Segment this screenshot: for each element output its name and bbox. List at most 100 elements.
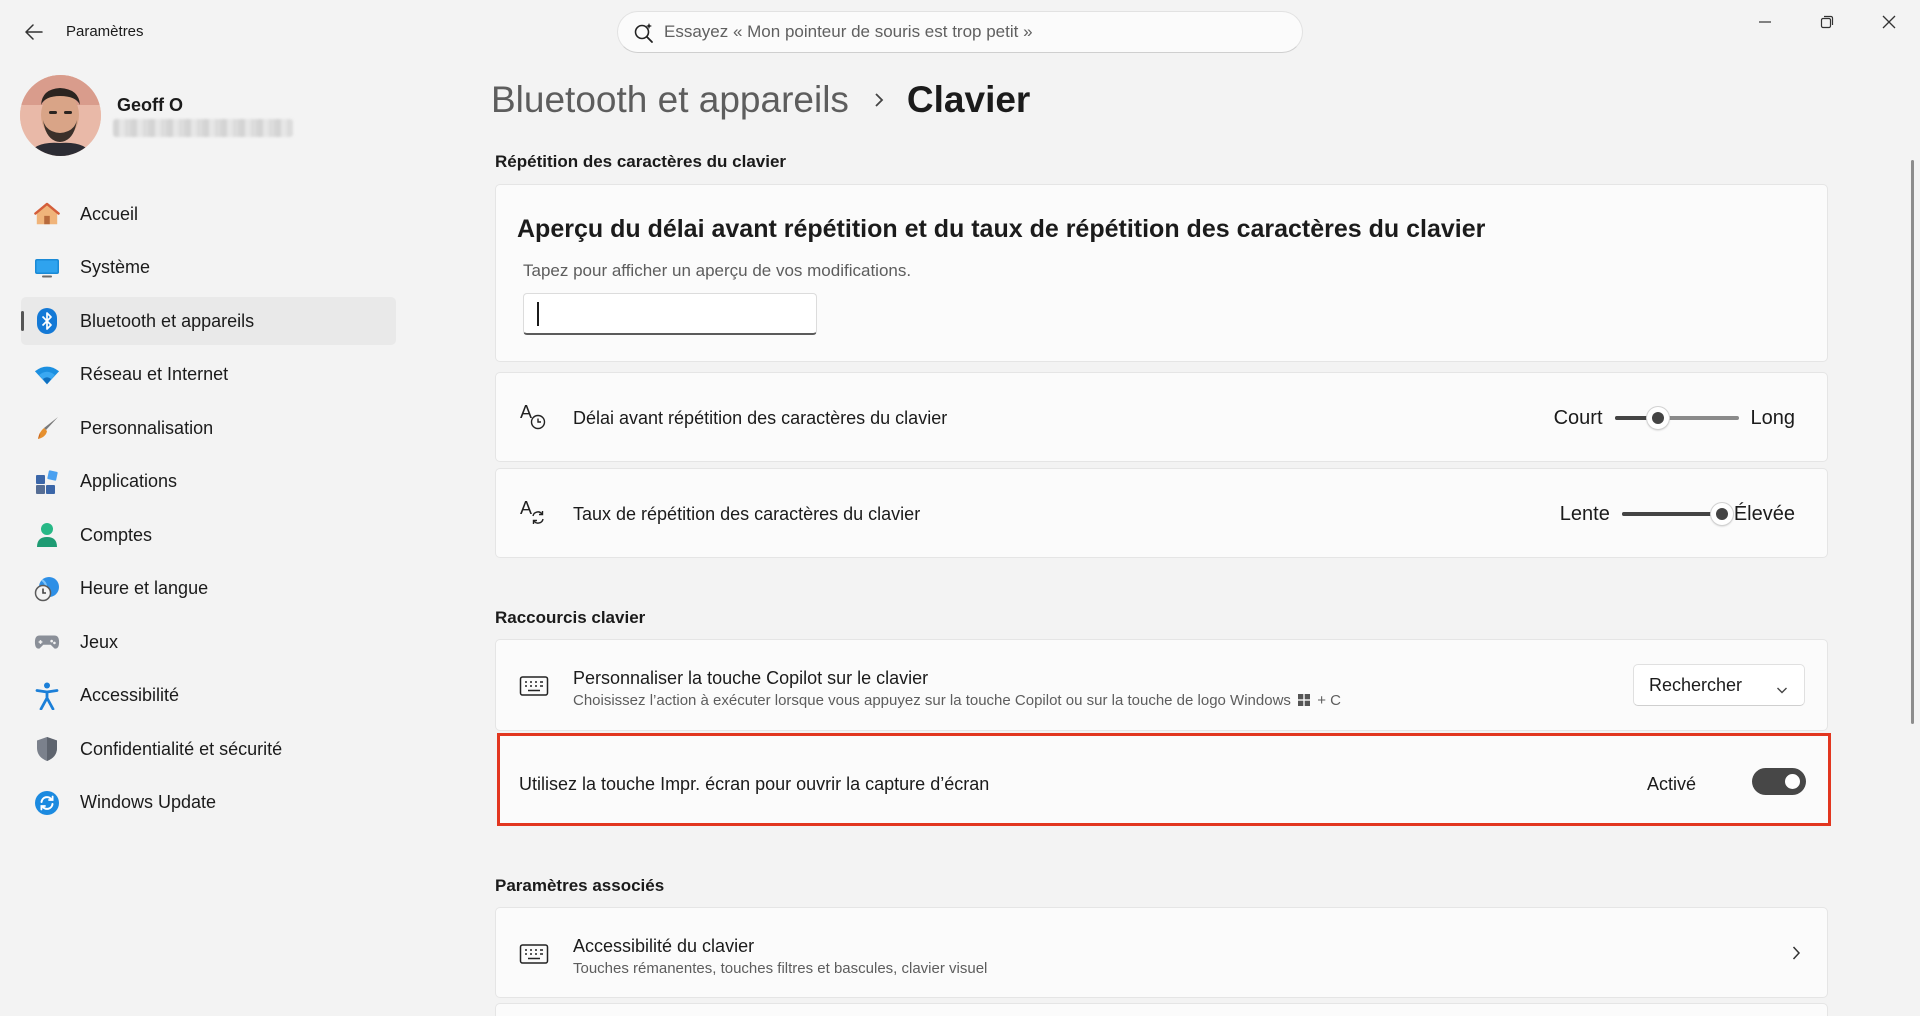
sidebar-item-accessibilite[interactable]: Accessibilité: [21, 672, 396, 720]
section-title-shortcuts: Raccourcis clavier: [495, 608, 646, 627]
sidebar-item-reseau[interactable]: Réseau et Internet: [21, 351, 396, 399]
system-icon: [34, 255, 60, 281]
sidebar-item-confidentialite[interactable]: Confidentialité et sécurité: [21, 725, 396, 773]
print-screen-toggle[interactable]: [1752, 768, 1806, 795]
clock-globe-icon: [34, 576, 60, 602]
repeat-rate-slider-group: Lente Élevée: [1560, 499, 1795, 529]
user-name: Geoff O: [117, 95, 183, 115]
minimize-icon: [1759, 21, 1771, 23]
copilot-key-description-text: Choisissez l’action à exécuter lorsque v…: [573, 692, 1291, 709]
slider-thumb[interactable]: [1710, 503, 1733, 525]
preview-title: Aperçu du délai avant répétition et du t…: [517, 215, 1486, 243]
copilot-key-row: Personnaliser la touche Copilot sur le c…: [495, 639, 1828, 731]
slider-min-label: Court: [1553, 406, 1603, 429]
breadcrumb-parent-link[interactable]: Bluetooth et appareils: [491, 79, 849, 121]
close-button[interactable]: [1858, 0, 1920, 44]
sidebar-item-heure-langue[interactable]: Heure et langue: [21, 565, 396, 613]
slider-thumb[interactable]: [1646, 407, 1669, 429]
repeat-rate-row: A Taux de répétition des caractères du c…: [495, 468, 1828, 558]
preview-text-input[interactable]: [523, 293, 817, 335]
chevron-right-icon: [873, 91, 885, 109]
sidebar-item-label: Système: [80, 257, 151, 277]
repeat-rate-icon: A: [518, 497, 550, 529]
sidebar-item-windows-update[interactable]: Windows Update: [21, 779, 396, 827]
chevron-right-icon: [1791, 945, 1801, 966]
sidebar-item-systeme[interactable]: Système: [21, 244, 396, 292]
copilot-key-label: Personnaliser la touche Copilot sur le c…: [573, 668, 929, 688]
back-arrow-icon: [25, 24, 43, 40]
repeat-delay-row: A Délai avant répétition des caractères …: [495, 372, 1828, 462]
sidebar-item-bluetooth[interactable]: Bluetooth et appareils: [21, 297, 396, 345]
user-email-redacted: [113, 119, 293, 137]
keyboard-icon: [518, 938, 550, 970]
sidebar-nav: Accueil Système Bluetooth et appareils R…: [21, 190, 396, 832]
wifi-icon: [34, 362, 60, 388]
keyboard-icon: [518, 670, 550, 702]
section-title-repetition: Répétition des caractères du clavier: [495, 152, 787, 171]
copilot-key-description: Choisissez l’action à exécuter lorsque v…: [573, 692, 1341, 709]
account-icon: [34, 522, 60, 548]
window-controls: [1734, 0, 1920, 44]
search-box[interactable]: Essayez « Mon pointeur de souris est tro…: [617, 11, 1303, 53]
breadcrumb: Bluetooth et appareils Clavier: [491, 76, 1030, 124]
update-icon: [34, 790, 60, 816]
sidebar-item-label: Personnalisation: [80, 417, 214, 438]
keyboard-accessibility-label: Accessibilité du clavier: [573, 936, 755, 956]
home-icon: [34, 201, 60, 227]
sidebar-item-label: Jeux: [80, 631, 119, 652]
copilot-key-description-suffix: + C: [1317, 692, 1342, 709]
slider-max-label: Long: [1750, 406, 1796, 429]
next-settings-row-partial[interactable]: [495, 1003, 1828, 1016]
sidebar-item-label: Confidentialité et sécurité: [80, 738, 283, 759]
restore-button[interactable]: [1796, 0, 1858, 44]
title-bar: Paramètres Essayez « Mon pointeur de sou…: [0, 0, 1920, 64]
repeat-delay-slider[interactable]: [1614, 407, 1739, 429]
search-icon: [632, 21, 656, 50]
minimize-button[interactable]: [1734, 0, 1796, 44]
apps-icon: [34, 469, 60, 495]
sidebar-item-label: Applications: [80, 471, 178, 491]
repeat-delay-label: Délai avant répétition des caractères du…: [573, 408, 948, 428]
toggle-state-label: Activé: [1646, 774, 1696, 794]
user-profile[interactable]: Geoff O: [20, 75, 400, 157]
brush-icon: [34, 415, 60, 441]
close-icon: [1882, 15, 1896, 29]
repeat-delay-icon: A: [518, 401, 550, 433]
svg-text:A: A: [520, 498, 532, 518]
preview-subtitle: Tapez pour afficher un aperçu de vos mod…: [523, 261, 912, 280]
sidebar-item-accueil[interactable]: Accueil: [21, 190, 396, 238]
sidebar-item-label: Heure et langue: [80, 578, 209, 598]
scrollbar[interactable]: [1911, 160, 1914, 724]
accessibility-icon: [34, 682, 60, 710]
avatar: [20, 75, 101, 156]
back-button[interactable]: [20, 18, 48, 46]
keyboard-accessibility-description: Touches rémanentes, touches filtres et b…: [573, 960, 988, 977]
sidebar-item-personnalisation[interactable]: Personnalisation: [21, 404, 396, 452]
sidebar-item-comptes[interactable]: Comptes: [21, 511, 396, 559]
print-screen-row: Utilisez la touche Impr. écran pour ouvr…: [497, 733, 1831, 826]
dropdown-value: Rechercher: [1649, 674, 1743, 695]
windows-logo-icon: [1298, 694, 1311, 706]
page-title: Clavier: [906, 79, 1031, 120]
sidebar-item-jeux[interactable]: Jeux: [21, 618, 396, 666]
section-title-related: Paramètres associés: [495, 876, 665, 895]
chevron-down-icon: [1776, 679, 1788, 700]
search-placeholder: Essayez « Mon pointeur de souris est tro…: [664, 22, 1033, 41]
toggle-knob: [1785, 774, 1800, 789]
print-screen-label: Utilisez la touche Impr. écran pour ouvr…: [519, 774, 990, 794]
sidebar-item-label: Comptes: [80, 524, 153, 545]
gamepad-icon: [34, 629, 60, 655]
text-caret: [537, 302, 539, 326]
restore-icon: [1820, 15, 1834, 29]
slider-max-label: Élevée: [1733, 502, 1795, 525]
copilot-action-dropdown[interactable]: Rechercher: [1633, 664, 1805, 706]
keyboard-accessibility-row[interactable]: Accessibilité du clavier Touches rémanen…: [495, 907, 1828, 998]
slider-min-label: Lente: [1559, 502, 1610, 525]
bluetooth-icon: [34, 308, 60, 334]
sidebar-item-label: Windows Update: [80, 792, 217, 812]
repeat-rate-slider[interactable]: [1621, 503, 1733, 525]
preview-card: Aperçu du délai avant répétition et du t…: [495, 184, 1828, 362]
sidebar-item-label: Bluetooth et appareils: [80, 310, 255, 331]
sidebar-item-label: Accessibilité: [80, 685, 180, 705]
sidebar-item-applications[interactable]: Applications: [21, 458, 396, 506]
